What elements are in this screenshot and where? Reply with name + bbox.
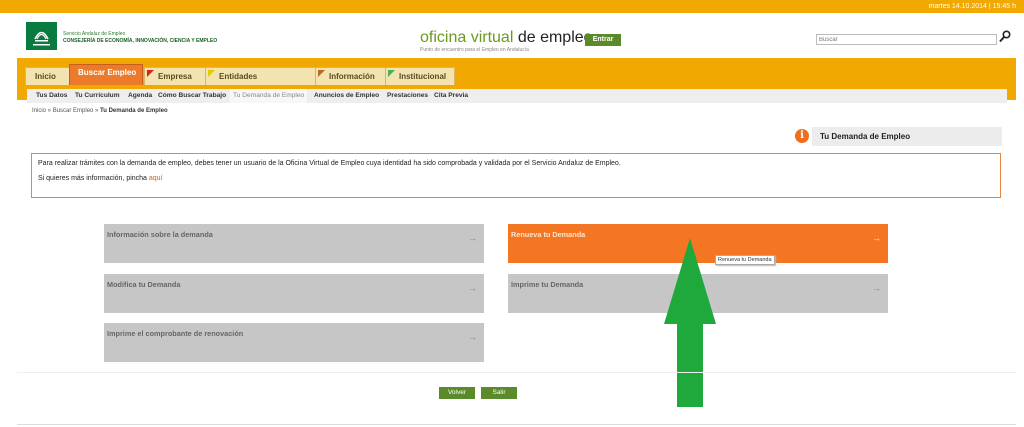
subnav-tus-datos[interactable]: Tus Datos	[36, 89, 67, 103]
header: Servicio Andaluz de Empleo CONSEJERÍA DE…	[0, 13, 1024, 60]
tab-buscar-empleo[interactable]: Buscar Empleo	[69, 64, 143, 85]
breadcrumb-sep: »	[46, 108, 53, 114]
arrow-right-icon: →	[468, 233, 477, 243]
subnav-como-buscar-trabajo[interactable]: Cómo Buscar Trabajo	[158, 89, 226, 103]
brand-tagline: Punto de encuentro para el Empleo en And…	[420, 47, 529, 53]
site-brand[interactable]: oficina virtual de empleo Punto de encue…	[420, 29, 593, 54]
salir-button[interactable]: Salir	[481, 387, 517, 399]
subnav-tu-demanda[interactable]: Tu Demanda de Empleo	[230, 89, 308, 103]
subnav-prestaciones[interactable]: Prestaciones	[387, 89, 428, 103]
tab-empresa[interactable]: Empresa	[144, 67, 207, 85]
notice-box: Para realizar trámites con la demanda de…	[31, 153, 1001, 198]
datetime: martes 14.10.2014 | 15:45 h	[928, 3, 1016, 10]
tab-informacion[interactable]: Información	[315, 67, 386, 85]
more-info-link[interactable]: aquí	[149, 175, 163, 182]
org-line1: Servicio Andaluz de Empleo	[63, 31, 126, 37]
tab-corner-icon	[388, 70, 395, 77]
enter-button[interactable]: Entrar	[585, 34, 621, 46]
card-label: Imprime tu Demanda	[511, 280, 584, 289]
notice-more-prefix: Si quieres más información, pincha	[38, 175, 149, 182]
search-icon[interactable]	[999, 30, 1011, 43]
card-imprime-comprobante[interactable]: Imprime el comprobante de renovación →	[104, 323, 484, 362]
subnav-agenda[interactable]: Agenda	[128, 89, 152, 103]
breadcrumb-current: Tu Demanda de Empleo	[100, 108, 168, 114]
tab-label: Información	[329, 72, 375, 81]
org-name: Servicio Andaluz de Empleo CONSEJERÍA DE…	[63, 31, 217, 45]
volver-button[interactable]: Volver	[439, 387, 475, 399]
subnav-tu-curriculum[interactable]: Tu Currículum	[75, 89, 120, 103]
arrow-right-icon: →	[872, 283, 881, 293]
card-label: Renueva tu Demanda	[511, 230, 586, 239]
tab-label: Empresa	[158, 72, 192, 81]
divider	[17, 372, 1016, 373]
tab-label: Buscar Empleo	[78, 68, 137, 77]
notice-more-info: Si quieres más información, pincha aquí	[38, 175, 163, 182]
card-informacion-demanda[interactable]: Información sobre la demanda →	[104, 224, 484, 263]
tab-entidades[interactable]: Entidades Colaboradoras	[205, 67, 316, 98]
subnav-anuncios[interactable]: Anuncios de Empleo	[314, 89, 379, 103]
brand-part2: de empleo	[513, 29, 593, 46]
sub-nav: Tus Datos Tu Currículum Agenda Cómo Busc…	[27, 89, 1007, 103]
tab-institucional[interactable]: Institucional	[385, 67, 455, 85]
card-modifica-demanda[interactable]: Modifica tu Demanda →	[104, 274, 484, 313]
brand-part1: oficina virtual	[420, 29, 514, 46]
org-line2: CONSEJERÍA DE ECONOMÍA, INNOVACIÓN, CIEN…	[63, 38, 218, 44]
arrow-right-icon: →	[468, 332, 477, 342]
search-input[interactable]	[816, 34, 997, 45]
tab-label: Inicio	[35, 72, 56, 81]
breadcrumb-home[interactable]: Inicio	[32, 108, 46, 114]
info-icon: i	[795, 129, 809, 143]
card-label: Modifica tu Demanda	[107, 280, 181, 289]
tab-inicio[interactable]: Inicio	[25, 67, 70, 85]
junta-logo-icon[interactable]	[26, 22, 57, 50]
notice-text: Para realizar trámites con la demanda de…	[38, 160, 621, 167]
breadcrumb-parent[interactable]: Buscar Empleo	[53, 108, 94, 114]
subnav-cita-previa[interactable]: Cita Previa	[434, 89, 468, 103]
divider	[17, 424, 1016, 425]
card-label: Imprime el comprobante de renovación	[107, 329, 244, 338]
tooltip: Renueva tu Demanda	[715, 255, 775, 265]
tab-corner-icon	[147, 70, 154, 77]
breadcrumb: Inicio » Buscar Empleo » Tu Demanda de E…	[32, 108, 168, 114]
arrow-right-icon: →	[468, 283, 477, 293]
top-bar: martes 14.10.2014 | 15:45 h	[0, 0, 1024, 13]
page-title: Tu Demanda de Empleo	[820, 132, 911, 141]
arrow-right-icon: →	[872, 233, 881, 243]
page-title-bar: Tu Demanda de Empleo	[812, 127, 1002, 146]
tab-corner-icon	[208, 70, 215, 77]
card-label: Información sobre la demanda	[107, 230, 213, 239]
tab-corner-icon	[318, 70, 325, 77]
tab-label: Institucional	[399, 72, 447, 81]
green-arrow-up-icon	[664, 238, 716, 407]
